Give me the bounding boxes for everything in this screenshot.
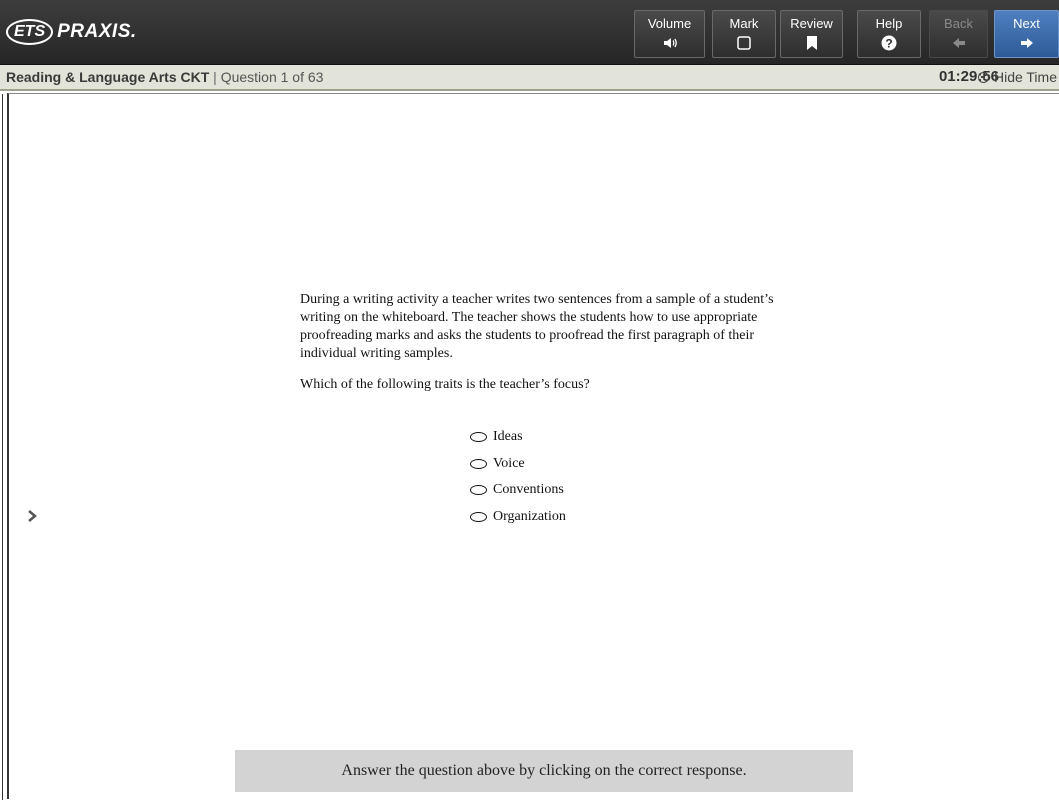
option-label: Organization [493,508,566,524]
review-button[interactable]: Review [780,10,843,58]
help-button[interactable]: Help ? [857,10,921,58]
next-button[interactable]: Next [994,10,1059,58]
hide-time-button[interactable]: Hide Time [977,69,1057,85]
question-prompt: Which of the following traits is the tea… [300,377,590,392]
volume-button-label: Volume [647,16,692,31]
answer-option-organization[interactable]: Organization [470,504,566,531]
section-name: Reading & Language Arts CKT [6,69,210,85]
back-button-label: Back [944,16,973,31]
answer-option-conventions[interactable]: Conventions [470,477,566,504]
arrow-left-icon [952,38,965,48]
bookmark-icon [806,36,817,50]
question-stem: During a writing activity a teacher writ… [300,292,774,361]
option-label: Ideas [493,429,523,445]
instruction-banner: Answer the question above by clicking on… [235,750,853,792]
volume-button[interactable]: Volume [634,10,705,58]
answer-options: Ideas Voice Conventions Organization [470,424,566,530]
question-circle-icon: ? [881,35,897,51]
radio-button[interactable] [470,458,487,469]
checkbox-icon [737,36,751,50]
option-label: Voice [493,455,525,471]
top-toolbar: ETS PRAXIS. Volume Mark Review Help ? Ba… [0,0,1059,65]
hide-time-label: Hide Time [993,69,1057,85]
speaker-icon [663,38,677,48]
praxis-logo-text: PRAXIS. [57,21,137,42]
minus-circle-icon [977,71,989,83]
radio-button[interactable] [470,432,487,443]
chevron-right-icon[interactable] [27,509,39,523]
ets-praxis-logo: ETS PRAXIS. [6,17,137,47]
section-title: Reading & Language Arts CKT | Question 1… [6,69,323,85]
question-text: During a writing activity a teacher writ… [300,291,790,394]
separator: | [213,69,217,85]
radio-button[interactable] [470,485,487,496]
help-button-label: Help [875,16,903,31]
arrow-right-icon [1020,38,1033,48]
answer-option-voice[interactable]: Voice [470,451,566,478]
option-label: Conventions [493,482,564,498]
status-bar: Reading & Language Arts CKT | Question 1… [0,65,1059,91]
ets-logo-mark: ETS [6,19,54,45]
radio-button[interactable] [470,511,487,522]
answer-option-ideas[interactable]: Ideas [470,424,566,451]
next-button-label: Next [1013,16,1040,31]
question-counter: Question 1 of 63 [220,69,324,85]
back-button[interactable]: Back [929,10,988,58]
mark-button[interactable]: Mark [712,10,776,58]
mark-button-label: Mark [729,16,759,31]
review-button-label: Review [790,16,833,31]
svg-text:?: ? [885,37,892,51]
